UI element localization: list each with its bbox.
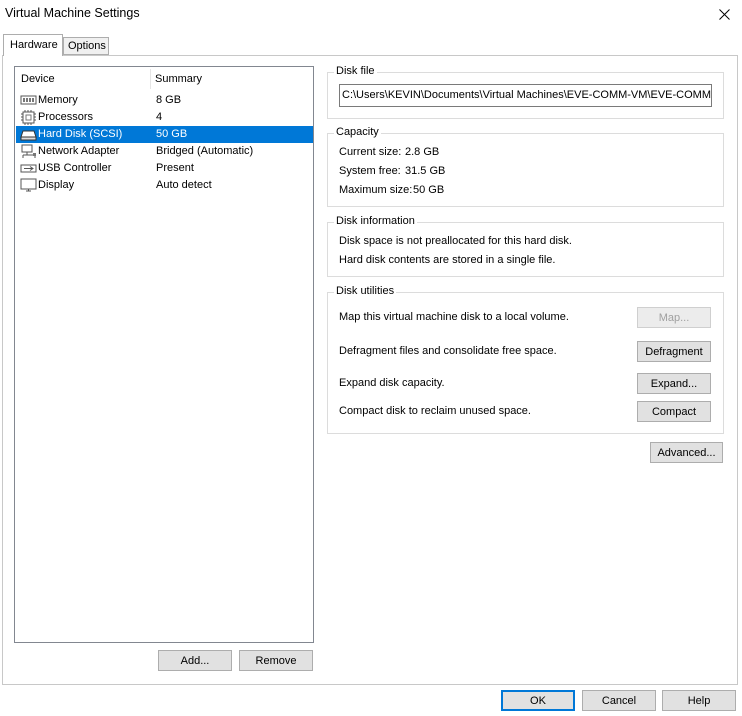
device-summary: 8 GB xyxy=(156,94,182,106)
close-icon xyxy=(718,8,730,20)
device-name: USB Controller xyxy=(38,162,112,174)
defragment-button[interactable]: Defragment xyxy=(637,341,711,362)
disk-information-label: Disk information xyxy=(334,215,417,227)
defragment-description: Defragment files and consolidate free sp… xyxy=(339,345,557,357)
column-header-summary[interactable]: Summary xyxy=(155,73,202,85)
device-list[interactable]: Device Summary Memory 8 GB Processors 4 … xyxy=(14,66,314,643)
disk-information-group: Disk information xyxy=(327,215,724,277)
tab-hardware-label: Hardware xyxy=(10,39,58,51)
map-description: Map this virtual machine disk to a local… xyxy=(339,311,569,323)
device-summary: Auto detect xyxy=(156,179,212,191)
processor-icon xyxy=(21,110,36,125)
device-summary: 50 GB xyxy=(156,128,188,140)
disk-info-line-2: Hard disk contents are stored in a singl… xyxy=(339,254,556,266)
memory-icon xyxy=(20,95,37,105)
window-title: Virtual Machine Settings xyxy=(5,6,140,20)
expand-description: Expand disk capacity. xyxy=(339,377,445,389)
cancel-button[interactable]: Cancel xyxy=(582,690,656,711)
device-summary: Present xyxy=(156,162,194,174)
ok-button[interactable]: OK xyxy=(501,690,575,711)
disk-utilities-label: Disk utilities xyxy=(334,285,397,297)
capacity-label: Capacity xyxy=(334,126,381,138)
device-row-memory[interactable]: Memory 8 GB xyxy=(16,92,313,109)
device-summary: Bridged (Automatic) xyxy=(156,145,254,157)
device-summary: 4 xyxy=(156,111,163,123)
device-name: Memory xyxy=(38,94,78,106)
tab-hardware[interactable]: Hardware xyxy=(3,34,63,56)
column-header-device[interactable]: Device xyxy=(21,73,55,85)
disk-info-line-1: Disk space is not preallocated for this … xyxy=(339,235,572,247)
system-free-label: System free: xyxy=(339,165,401,177)
usb-controller-icon xyxy=(20,164,37,173)
current-size-value: 2.8 GB xyxy=(405,146,440,158)
close-button[interactable] xyxy=(706,0,742,28)
device-name: Display xyxy=(38,179,75,191)
compact-description: Compact disk to reclaim unused space. xyxy=(339,405,531,417)
device-row-usb-controller[interactable]: USB Controller Present xyxy=(16,160,313,177)
disk-file-path: C:\Users\KEVIN\Documents\Virtual Machine… xyxy=(342,89,711,101)
maximum-size-value: 50 GB xyxy=(413,184,445,196)
maximum-size-label: Maximum size: xyxy=(339,184,413,196)
current-size-label: Current size: xyxy=(339,146,402,158)
display-icon xyxy=(20,178,37,192)
device-row-display[interactable]: Display Auto detect xyxy=(16,177,313,194)
tab-options-label: Options xyxy=(68,40,106,52)
column-separator[interactable] xyxy=(150,69,151,89)
expand-button[interactable]: Expand... xyxy=(637,373,711,394)
title-bar: Virtual Machine Settings xyxy=(0,0,742,28)
compact-button[interactable]: Compact xyxy=(637,401,711,422)
device-name: Network Adapter xyxy=(38,145,120,157)
advanced-button[interactable]: Advanced... xyxy=(650,442,723,463)
device-row-network-adapter[interactable]: Network Adapter Bridged (Automatic) xyxy=(16,143,313,160)
help-button[interactable]: Help xyxy=(662,690,736,711)
tab-options[interactable]: Options xyxy=(63,37,109,55)
device-name: Hard Disk (SCSI) xyxy=(38,128,123,140)
device-name: Processors xyxy=(38,111,94,123)
hard-disk-icon xyxy=(20,130,37,141)
system-free-value: 31.5 GB xyxy=(405,165,446,177)
disk-file-label: Disk file xyxy=(334,65,377,77)
device-row-processors[interactable]: Processors 4 xyxy=(16,109,313,126)
remove-device-button[interactable]: Remove xyxy=(239,650,313,671)
map-button[interactable]: Map... xyxy=(637,307,711,328)
disk-file-path-field[interactable]: C:\Users\KEVIN\Documents\Virtual Machine… xyxy=(339,84,712,107)
network-adapter-icon xyxy=(21,144,36,158)
add-device-button[interactable]: Add... xyxy=(158,650,232,671)
device-row-hard-disk[interactable]: Hard Disk (SCSI) 50 GB xyxy=(16,126,313,143)
